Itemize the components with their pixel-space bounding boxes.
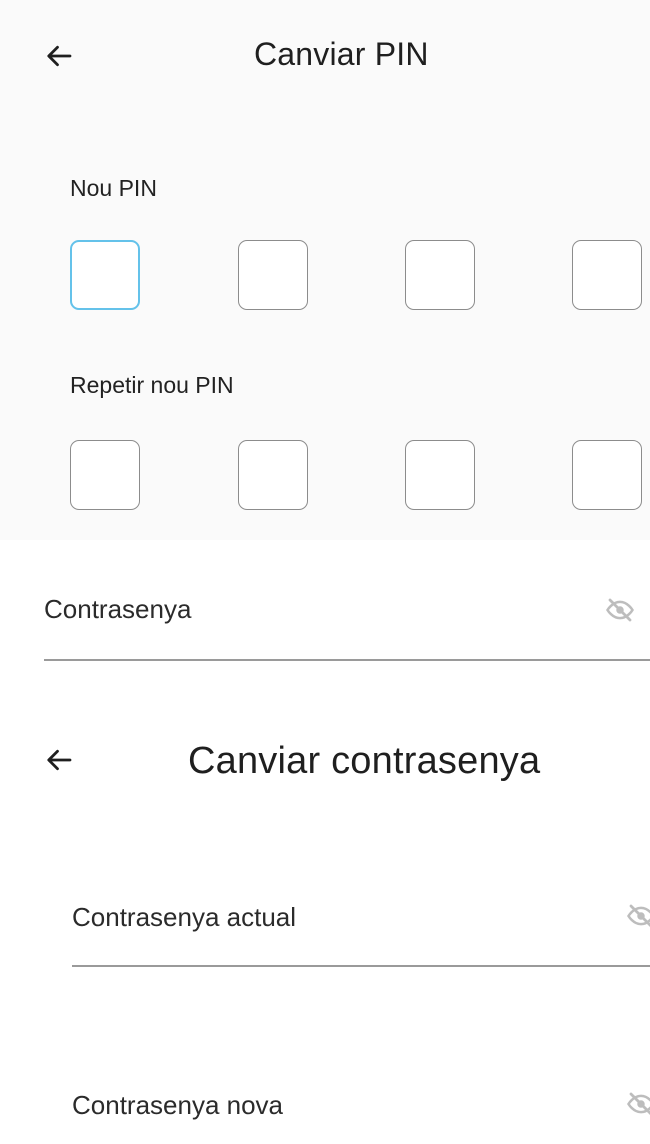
back-button[interactable] [40, 36, 80, 76]
eye-off-icon[interactable] [624, 1084, 650, 1124]
new-pin-digit-2[interactable] [238, 240, 308, 310]
new-pin-label: Nou PIN [70, 175, 157, 201]
new-pin-digit-3[interactable] [405, 240, 475, 310]
eye-off-icon[interactable] [624, 896, 650, 936]
repeat-pin-digit-1[interactable] [70, 440, 140, 510]
current-password-underline [72, 965, 650, 967]
password-field-underline [44, 659, 650, 661]
eye-off-icon[interactable] [600, 590, 640, 630]
repeat-pin-digit-4[interactable] [572, 440, 642, 510]
arrow-left-icon [47, 45, 72, 67]
new-password-label[interactable]: Contrasenya nova [72, 1090, 283, 1121]
arrow-left-icon [47, 749, 72, 771]
password-section: Contrasenya Canviar contrasenya Contrase… [0, 560, 650, 1144]
repeat-pin-label: Repetir nou PIN [70, 372, 234, 398]
page-title: Canviar PIN [254, 36, 429, 72]
new-pin-digit-1[interactable] [70, 240, 140, 310]
change-pin-screen: Canviar PIN Nou PIN Repetir nou PIN [0, 0, 650, 540]
password-field-label[interactable]: Contrasenya [44, 594, 191, 625]
current-password-label[interactable]: Contrasenya actual [72, 902, 296, 933]
repeat-pin-digit-2[interactable] [238, 440, 308, 510]
change-password-title: Canviar contrasenya [188, 740, 541, 782]
new-pin-digit-4[interactable] [572, 240, 642, 310]
repeat-pin-digit-3[interactable] [405, 440, 475, 510]
back-button[interactable] [40, 740, 80, 780]
